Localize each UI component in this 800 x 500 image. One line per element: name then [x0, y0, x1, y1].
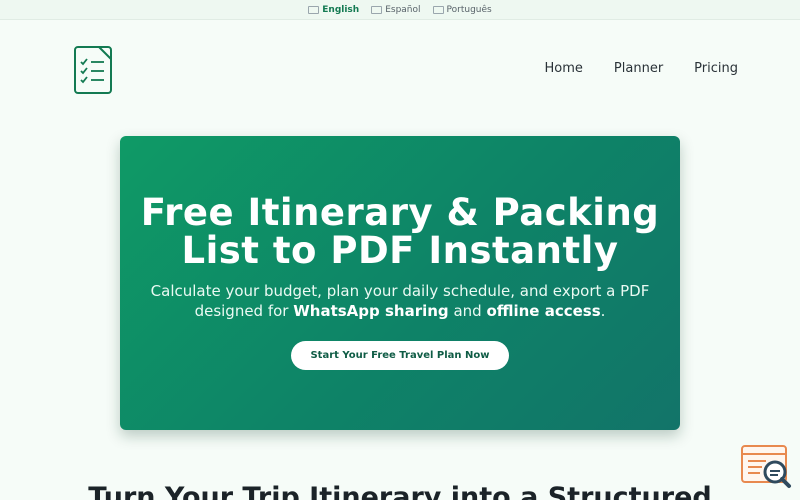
- hero-subtitle-end: .: [600, 302, 606, 320]
- lang-spanish-label: Español: [385, 4, 421, 15]
- lang-english-label: English: [322, 4, 360, 15]
- hero-subtitle-whatsapp: WhatsApp sharing: [293, 302, 449, 320]
- hero-subtitle-and: and: [448, 302, 487, 320]
- hero-title-line1: Free Itinerary & Packing: [140, 191, 660, 234]
- hero-subtitle-offline: offline access: [486, 302, 601, 320]
- nav-pricing[interactable]: Pricing: [694, 61, 738, 76]
- hero-title: Free Itinerary & Packing List to PDF Ins…: [120, 194, 680, 270]
- lang-portuguese[interactable]: Português: [432, 4, 492, 15]
- lang-spanish[interactable]: Español: [371, 4, 421, 15]
- hero-banner: Free Itinerary & Packing List to PDF Ins…: [120, 136, 680, 430]
- section-title: Turn Your Trip Itinerary into a Structur…: [88, 482, 712, 500]
- hero-subtitle: Calculate your budget, plan your daily s…: [140, 281, 660, 321]
- search-document-icon[interactable]: [740, 444, 792, 490]
- nav-home[interactable]: Home: [545, 61, 583, 76]
- flag-icon: [432, 5, 444, 14]
- nav-planner[interactable]: Planner: [614, 61, 663, 76]
- lang-portuguese-label: Português: [446, 4, 492, 15]
- flag-icon: [371, 5, 383, 14]
- start-plan-button[interactable]: Start Your Free Travel Plan Now: [291, 341, 509, 370]
- flag-icon: [308, 5, 320, 14]
- main-nav: Home Planner Pricing: [545, 61, 738, 76]
- hero-title-line2: List to PDF Instantly: [181, 229, 619, 272]
- lang-english[interactable]: English: [308, 5, 359, 15]
- checklist-icon[interactable]: [73, 45, 113, 95]
- language-bar: English Español Português: [0, 0, 800, 20]
